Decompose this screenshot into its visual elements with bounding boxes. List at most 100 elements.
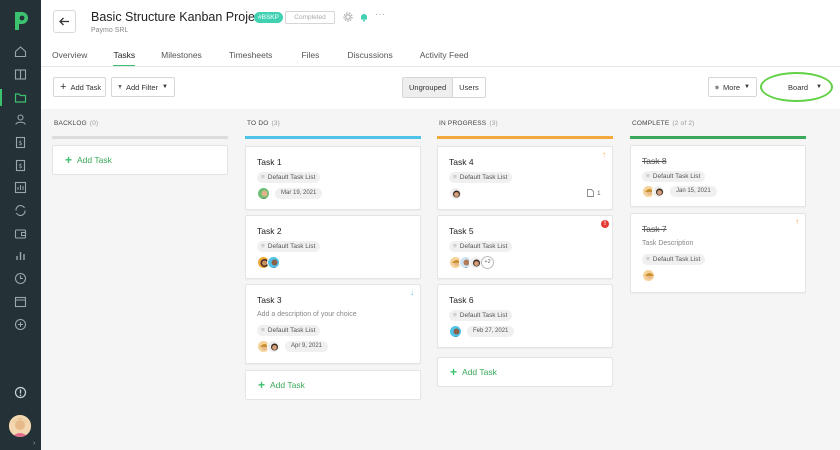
task-list-badge[interactable]: ≡ Default Task List: [257, 172, 321, 183]
more-options-icon[interactable]: ···: [375, 10, 385, 22]
dropdown-caret-icon: ▼: [162, 84, 168, 90]
project-client: Paymo SRL: [91, 27, 129, 34]
add-filter-label: Add Filter: [125, 82, 159, 92]
filter-icon: [118, 85, 122, 89]
due-date-badge[interactable]: Jan 15, 2021: [670, 186, 717, 197]
column-count: (3): [489, 120, 498, 127]
add-task-card[interactable]: + Add Task: [52, 145, 228, 175]
tab-activity-feed[interactable]: Activity Feed: [420, 50, 469, 66]
user-icon[interactable]: [12, 111, 29, 128]
task-title: Task 7: [642, 224, 667, 234]
task-card[interactable]: Task 2 ≡ Default Task List: [245, 215, 421, 279]
add-task-label: Add Task: [270, 380, 305, 390]
list-icon: ≡: [261, 327, 265, 334]
column-name: BACKLOG: [54, 120, 87, 127]
add-task-card[interactable]: + Add Task: [437, 357, 613, 387]
wallet-icon[interactable]: [12, 225, 29, 242]
assignee-avatar[interactable]: [449, 325, 462, 338]
due-date-badge[interactable]: Mar 19, 2021: [275, 188, 323, 199]
add-task-button[interactable]: + Add Task: [53, 77, 106, 97]
task-list-badge[interactable]: ≡ Default Task List: [642, 171, 706, 182]
assignee-avatar[interactable]: [652, 185, 665, 198]
main-content: Basic Structure Kanban Project #BSKP Com…: [41, 0, 840, 450]
list-icon: ≡: [261, 243, 265, 250]
plus-icon: +: [450, 365, 458, 379]
settings-gear-icon[interactable]: [343, 12, 353, 22]
column-count: (0): [89, 120, 99, 127]
folder-icon[interactable]: [12, 89, 29, 106]
add-task-label: Add Task: [77, 155, 112, 165]
home-icon[interactable]: [12, 43, 29, 60]
add-task-card[interactable]: + Add Task: [245, 370, 421, 400]
active-indicator: [0, 89, 2, 106]
due-date-badge[interactable]: Apr 9, 2021: [285, 341, 329, 352]
tab-overview[interactable]: Overview: [52, 50, 87, 66]
calendar-icon[interactable]: [12, 293, 29, 310]
task-title: Task 2: [257, 226, 282, 236]
sync-icon[interactable]: [12, 202, 29, 219]
clock-icon[interactable]: [12, 270, 29, 287]
project-status-badge[interactable]: Completed: [285, 11, 335, 24]
tab-milestones[interactable]: Milestones: [161, 50, 202, 66]
back-button[interactable]: [53, 10, 76, 33]
task-title: Task 4: [449, 157, 474, 167]
tab-discussions[interactable]: Discussions: [347, 50, 392, 66]
more-button[interactable]: More ▼: [708, 77, 757, 97]
tab-tasks[interactable]: Tasks: [113, 50, 135, 67]
task-title: Task 1: [257, 157, 282, 167]
report-icon[interactable]: [12, 179, 29, 196]
grouping-toggle: Ungrouped Users: [402, 77, 486, 98]
task-title: Task 5: [449, 226, 474, 236]
info-icon[interactable]: [12, 384, 29, 401]
task-card[interactable]: Task 4 ↑ ≡ Default Task List 1: [437, 146, 613, 210]
gear-icon: [715, 85, 719, 89]
task-list-badge[interactable]: ≡ Default Task List: [449, 310, 513, 321]
invoice-icon[interactable]: $: [12, 134, 29, 151]
notification-bell-icon[interactable]: [359, 12, 369, 22]
task-card[interactable]: Task 8 ≡ Default Task List Jan 15, 2021: [630, 145, 806, 207]
assignee-avatar[interactable]: [267, 256, 280, 269]
task-list-badge[interactable]: ≡ Default Task List: [642, 254, 706, 265]
dropdown-caret-icon: ▼: [744, 84, 750, 90]
task-description: Task Description: [642, 240, 694, 247]
svg-text:$: $: [18, 139, 22, 147]
task-title: Task 6: [449, 295, 474, 305]
task-card[interactable]: Task 7 ↑ Task Description ≡ Default Task …: [630, 213, 806, 293]
task-list-badge[interactable]: ≡ Default Task List: [257, 241, 321, 252]
tab-timesheets[interactable]: Timesheets: [229, 50, 273, 66]
expand-sidebar-icon[interactable]: ›: [33, 440, 39, 448]
task-list-badge[interactable]: ≡ Default Task List: [449, 172, 513, 183]
low-priority-arrow-icon: ↓: [410, 288, 414, 297]
assignee-avatar[interactable]: [267, 340, 280, 353]
attachments-count[interactable]: 1: [587, 189, 601, 197]
task-list-badge[interactable]: ≡ Default Task List: [257, 325, 321, 336]
due-date-badge[interactable]: Feb 27, 2021: [467, 326, 515, 337]
bar-chart-icon[interactable]: [12, 247, 29, 264]
column-name: COMPLETE: [632, 120, 670, 127]
add-icon[interactable]: [12, 316, 29, 333]
task-list-badge[interactable]: ≡ Default Task List: [449, 241, 513, 252]
assignee-avatar[interactable]: [449, 187, 462, 200]
paymo-logo-icon[interactable]: [11, 10, 31, 32]
add-task-label: Add Task: [462, 367, 497, 377]
column-color-bar: [437, 136, 613, 139]
task-card[interactable]: Task 6 ≡ Default Task List Feb 27, 2021: [437, 284, 613, 348]
assignee-avatar[interactable]: [642, 269, 655, 282]
tab-files[interactable]: Files: [301, 50, 319, 66]
more-assignees-badge[interactable]: +2: [481, 256, 494, 269]
assignee-avatar[interactable]: [257, 187, 270, 200]
medium-priority-arrow-icon: ↑: [795, 217, 799, 226]
book-icon[interactable]: [12, 66, 29, 83]
task-card[interactable]: Task 3 ↓ Add a description of your choic…: [245, 284, 421, 364]
column-color-bar: [245, 136, 421, 139]
group-users-option[interactable]: Users: [453, 78, 485, 97]
group-ungrouped-option[interactable]: Ungrouped: [403, 78, 454, 97]
plus-icon: +: [258, 378, 266, 392]
column-header: TO DO (3): [247, 120, 280, 127]
task-card[interactable]: Task 5 ! ≡ Default Task List +2: [437, 215, 613, 279]
add-filter-button[interactable]: Add Filter ▼: [111, 77, 175, 97]
user-avatar[interactable]: [9, 415, 31, 437]
dollar-icon[interactable]: $: [12, 157, 29, 174]
task-list-label: Default Task List: [652, 256, 701, 263]
task-card[interactable]: Task 1 ≡ Default Task List Mar 19, 2021: [245, 146, 421, 210]
